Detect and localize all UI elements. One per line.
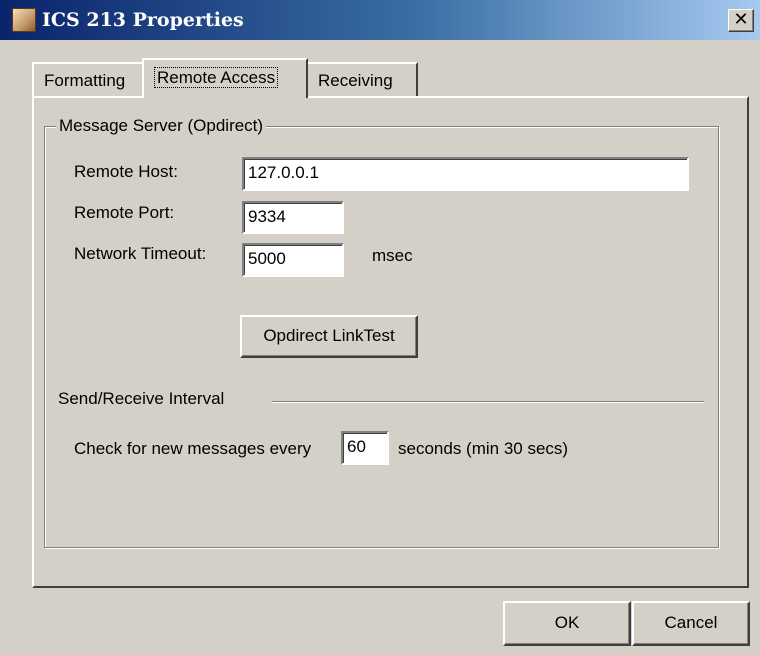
remote-port-input[interactable]: 9334 xyxy=(242,201,344,234)
cancel-button[interactable]: Cancel xyxy=(632,601,750,646)
interval-divider xyxy=(272,401,704,403)
check-interval-input[interactable]: 60 xyxy=(341,431,389,465)
remote-host-label: Remote Host: xyxy=(74,162,178,181)
tab-remote-access-label: Remote Access xyxy=(154,67,279,88)
close-button[interactable]: ✕ xyxy=(728,9,754,32)
check-interval-suffix: seconds (min 30 secs) xyxy=(398,439,569,458)
check-interval-prefix: Check for new messages every xyxy=(74,439,312,458)
tab-formatting[interactable]: Formatting xyxy=(32,62,144,96)
interval-section-label: Send/Receive Interval xyxy=(58,389,225,408)
network-timeout-label: Network Timeout: xyxy=(74,244,207,263)
ok-button[interactable]: OK xyxy=(503,601,631,646)
tab-formatting-label: Formatting xyxy=(44,71,126,90)
network-timeout-input[interactable]: 5000 xyxy=(242,243,344,277)
tab-remote-access[interactable]: Remote Access xyxy=(142,58,308,98)
tab-receiving-label: Receiving xyxy=(318,71,393,90)
app-icon xyxy=(12,8,36,32)
remote-port-label: Remote Port: xyxy=(74,203,175,222)
window-title: ICS 213 Properties xyxy=(42,9,244,31)
opdirect-linktest-button[interactable]: Opdirect LinkTest xyxy=(240,315,418,358)
group-label: Message Server (Opdirect) xyxy=(56,116,267,136)
remote-host-input[interactable]: 127.0.0.1 xyxy=(242,157,689,191)
timeout-unit-label: msec xyxy=(372,246,413,265)
tab-receiving[interactable]: Receiving xyxy=(306,62,418,96)
